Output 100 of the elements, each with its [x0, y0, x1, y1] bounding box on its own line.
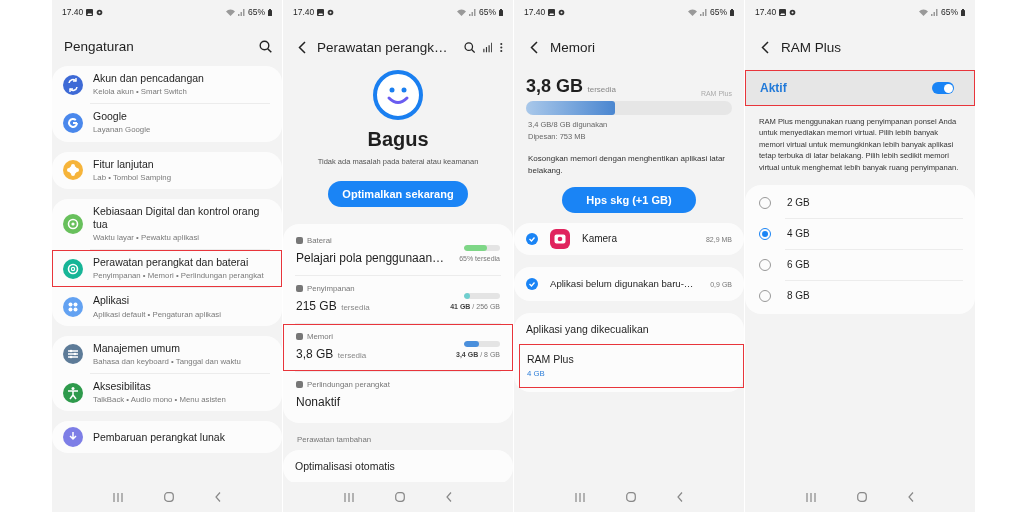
battery-percent: 65% — [710, 7, 727, 17]
home-icon[interactable] — [857, 492, 867, 502]
signal-icon — [469, 8, 476, 16]
category-icon — [296, 285, 303, 292]
size-option[interactable]: 4 GB — [745, 218, 975, 249]
gallery-icon — [548, 8, 556, 16]
more-icon[interactable] — [500, 41, 503, 53]
search-icon[interactable] — [259, 39, 272, 53]
home-icon[interactable] — [164, 492, 174, 502]
status-time: 17.40 — [293, 7, 315, 17]
person-icon — [63, 382, 83, 403]
battery-percent: 65% — [248, 7, 265, 17]
ring-icon — [63, 258, 83, 279]
home-icon[interactable] — [395, 492, 405, 502]
battery-icon — [268, 8, 272, 16]
recent-apps-icon[interactable] — [805, 492, 816, 502]
option-label: 8 GB — [787, 290, 810, 302]
option-label: 6 GB — [787, 259, 810, 271]
camera-app-icon — [550, 229, 570, 249]
row-unit: tersedia — [341, 303, 370, 312]
row-value: Pelajari pola penggunaan… — [296, 251, 445, 265]
checkbox[interactable] — [526, 233, 538, 245]
battery-icon — [499, 8, 503, 16]
heart-ring-icon — [63, 213, 83, 234]
signal-icon — [700, 8, 707, 16]
status-time: 17.40 — [524, 7, 546, 17]
master-switch-row[interactable]: Aktif — [745, 70, 975, 106]
app-name: Kamera — [582, 232, 618, 246]
item-title: Fitur lanjutan — [93, 157, 155, 171]
back-icon[interactable] — [908, 492, 915, 502]
memory-description: Kosongkan memori dengan menghentikan aplikasi latar belakang. — [527, 153, 726, 177]
sync-icon — [63, 74, 83, 95]
flower-icon — [63, 160, 83, 181]
item-title: Manajemen umum — [93, 341, 181, 355]
wifi-icon — [457, 8, 466, 16]
available-unit: tersedia — [587, 85, 616, 94]
row-unit: tersedia — [337, 351, 367, 360]
checkmark-icon — [528, 235, 536, 243]
search-icon[interactable] — [463, 40, 475, 54]
wifi-icon — [226, 8, 235, 16]
battery-icon — [730, 8, 734, 16]
item-title: Google — [93, 110, 128, 124]
gear-icon — [789, 8, 797, 16]
checkbox[interactable] — [526, 278, 538, 290]
gear-icon — [558, 8, 566, 16]
size-option[interactable]: 8 GB — [745, 280, 975, 311]
smiley-icon — [373, 70, 423, 120]
usage-bar — [464, 244, 500, 251]
status-time: 17.40 — [62, 7, 84, 17]
gallery-icon — [779, 8, 787, 16]
size-option[interactable]: 2 GB — [745, 187, 975, 218]
settings-item[interactable]: Pembaruan perangkat lunak — [52, 421, 282, 454]
battery-percent: 65% — [941, 7, 958, 17]
item-title: Pembaruan perangkat lunak — [93, 430, 225, 444]
section-title: Aplikasi yang dikecualikan — [525, 323, 650, 337]
download-icon — [63, 427, 83, 448]
signal-icon — [238, 8, 245, 16]
back-icon[interactable] — [677, 492, 684, 502]
recent-apps-icon[interactable] — [112, 492, 123, 502]
wifi-icon — [919, 8, 928, 16]
screen-title: Pengaturan — [64, 38, 134, 54]
toggle-switch[interactable] — [932, 82, 954, 94]
signal-icon — [931, 8, 938, 16]
home-icon[interactable] — [626, 492, 636, 502]
available-memory: 3,8 GB — [526, 76, 584, 96]
back-icon[interactable] — [215, 492, 222, 502]
option-label: 4 GB — [787, 228, 810, 240]
screen-title: Perawatan perangk… — [316, 39, 448, 55]
gallery-icon — [86, 8, 94, 16]
category-icon — [296, 237, 303, 244]
item-title: Akun dan pencadangan — [93, 72, 204, 86]
gear-icon — [96, 8, 104, 16]
optimize-button[interactable]: Optimalkan sekarang — [328, 181, 468, 207]
clean-now-button[interactable]: Hps skg (+1 GB) — [562, 187, 696, 213]
recent-apps-icon[interactable] — [343, 492, 354, 502]
category-icon — [296, 381, 303, 388]
option-label: 2 GB — [787, 197, 810, 209]
bar-chart-icon[interactable] — [482, 41, 493, 53]
wifi-icon — [688, 8, 697, 16]
status-time: 17.40 — [755, 7, 777, 17]
switch-label: Aktif — [760, 81, 787, 95]
recent-apps-icon[interactable] — [574, 492, 585, 502]
screen-title: RAM Plus — [781, 39, 841, 55]
gallery-icon — [317, 8, 325, 16]
usage-bar — [464, 340, 500, 347]
size-option[interactable]: 6 GB — [745, 249, 975, 280]
status-heading: Bagus — [367, 128, 429, 151]
row-value: Nonaktif — [296, 395, 341, 409]
item-title: Aplikasi — [93, 294, 131, 308]
item-title: Kebiasaan Digital dan kontrol orang tua — [93, 204, 261, 231]
row-value: 215 GB — [296, 299, 337, 313]
row-value: 3,8 GB — [296, 347, 334, 361]
back-button[interactable] — [295, 39, 309, 55]
item-title: Aksesibilitas — [93, 379, 152, 393]
google-icon — [63, 112, 83, 133]
back-icon[interactable] — [446, 492, 453, 502]
item-title: Optimalisasi otomatis — [295, 460, 395, 472]
battery-icon — [961, 8, 965, 16]
category-icon — [296, 333, 303, 340]
battery-percent: 65% — [479, 7, 496, 17]
